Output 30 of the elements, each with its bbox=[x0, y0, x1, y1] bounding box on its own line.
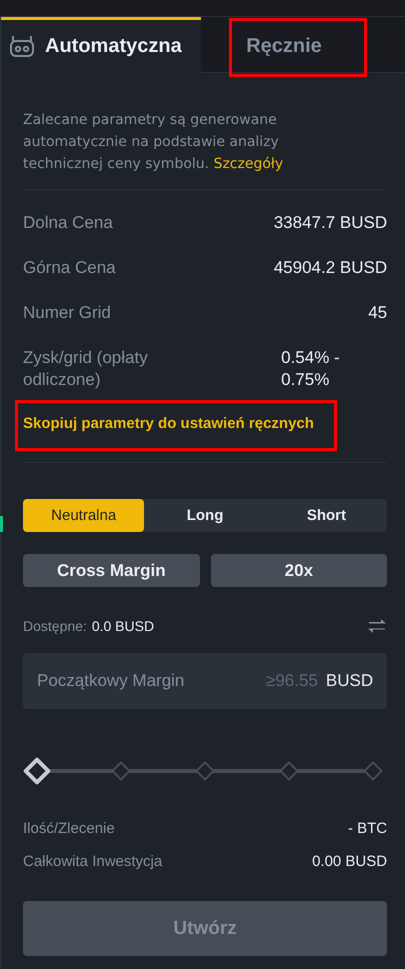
parameter-label: Górna Cena bbox=[23, 257, 116, 279]
parameter-value: 0.54% - 0.75% bbox=[281, 347, 341, 391]
unit-label: BUSD bbox=[326, 671, 374, 691]
direction-option[interactable]: Neutralna bbox=[23, 499, 144, 532]
parameter-label: Zysk/grid (opłaty odliczone) bbox=[23, 347, 149, 391]
summary-value: 0.00 BUSD bbox=[312, 853, 388, 871]
summary-label: Całkowita Inwestycja bbox=[23, 853, 162, 871]
summary-value: - BTC bbox=[348, 820, 388, 838]
parameter-value: 45 bbox=[368, 302, 388, 324]
copy-parameters-link[interactable]: Skopiuj parametry do ustawień ręcznych bbox=[23, 415, 314, 432]
robot-icon bbox=[9, 33, 35, 59]
margin-input[interactable]: Początkowy Margin bbox=[37, 671, 258, 691]
price-marker bbox=[0, 516, 3, 532]
initial-margin-field[interactable]: Początkowy Margin ≥96.55 BUSD bbox=[23, 653, 388, 709]
details-link[interactable]: Szczegóły bbox=[214, 156, 284, 172]
direction-option[interactable]: Long bbox=[144, 499, 266, 532]
available-value: 0.0 BUSD bbox=[92, 618, 154, 634]
direction-option[interactable]: Short bbox=[266, 499, 388, 532]
margin-mode-button[interactable]: Cross Margin bbox=[23, 554, 200, 587]
transfer-icon[interactable] bbox=[367, 618, 388, 634]
summary-label: Ilość/Zlecenie bbox=[23, 820, 115, 838]
parameter-label: Dolna Cena bbox=[23, 212, 113, 234]
parameter-label: Numer Grid bbox=[23, 302, 111, 324]
parameter-value: 33847.7 BUSD bbox=[274, 212, 388, 234]
mode-tab[interactable]: Automatyczna bbox=[1, 17, 201, 73]
parameter-value: 45904.2 BUSD bbox=[274, 257, 388, 279]
minimum-hint: ≥96.55 bbox=[266, 671, 318, 691]
description-text: Zalecane parametry są generowane automatycznie na podstawie analizy technicznej ceny symbolu. Szczegóły bbox=[23, 109, 388, 190]
available-label: Dostępne: bbox=[23, 618, 87, 634]
leverage-button[interactable]: 20x bbox=[210, 554, 388, 587]
